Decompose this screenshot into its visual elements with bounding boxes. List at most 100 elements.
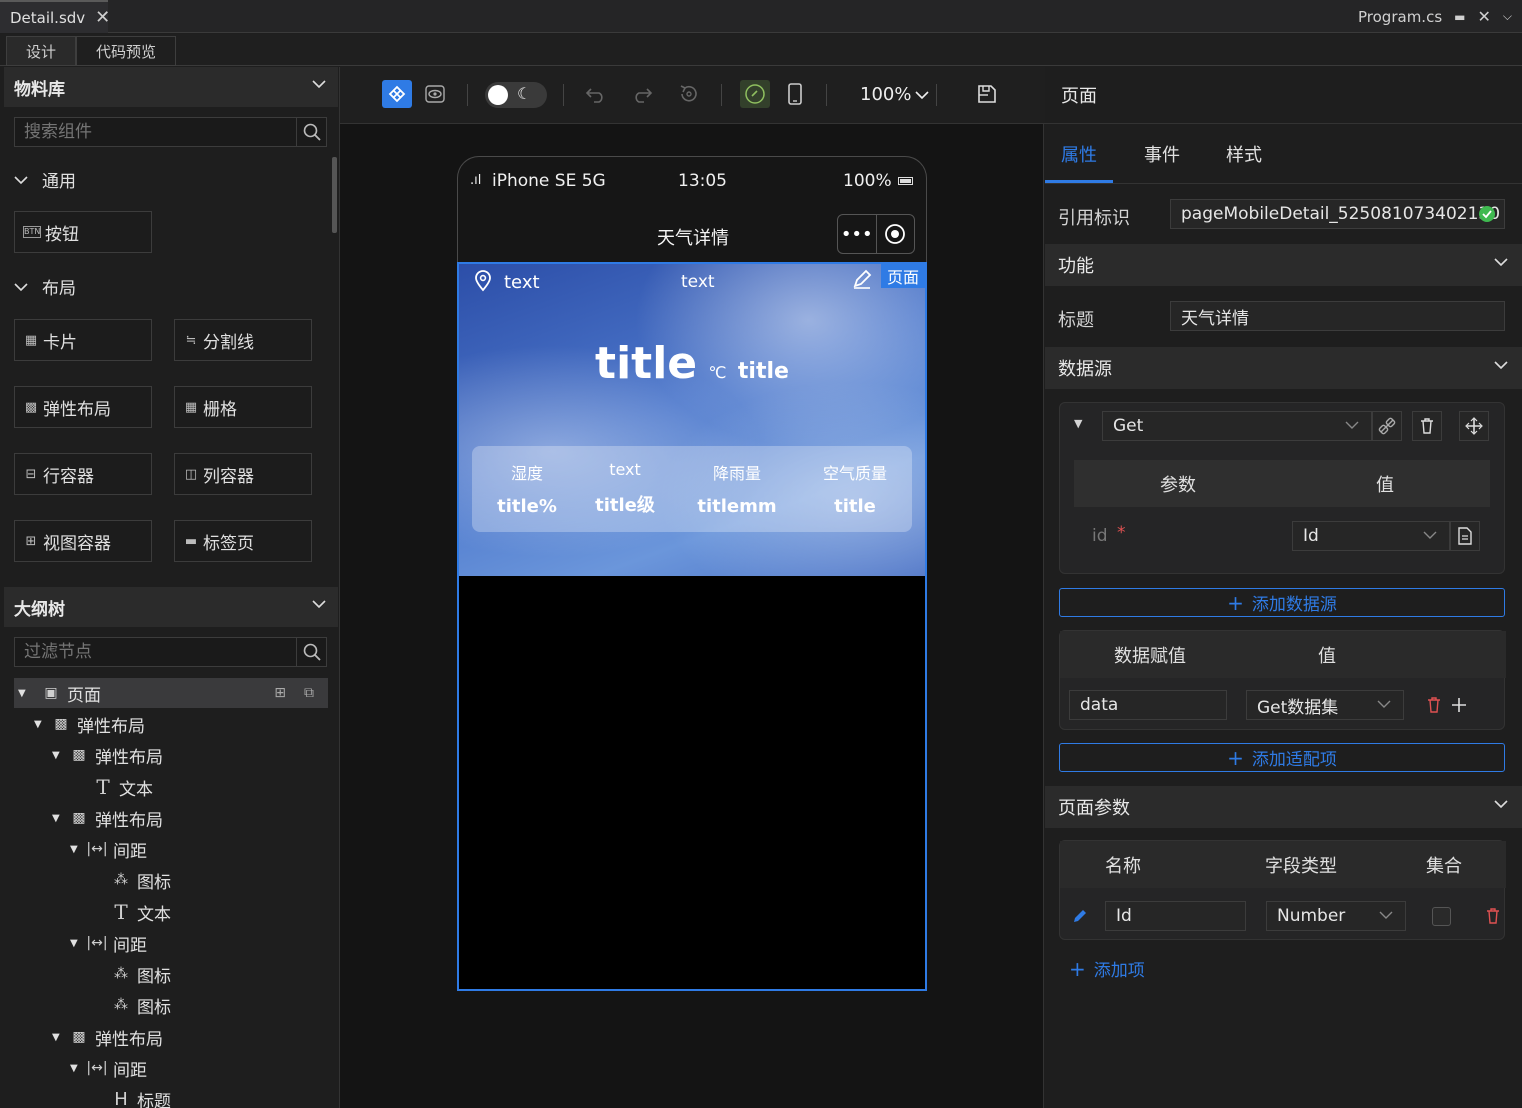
edit-pencil-icon[interactable] <box>1072 908 1088 924</box>
caret-down-icon[interactable]: ▼ <box>52 813 68 824</box>
category-layout[interactable]: 布局 <box>14 274 76 299</box>
tree-node[interactable]: ⁂ 图标 <box>110 865 171 895</box>
more-icon[interactable]: ••• <box>838 215 877 253</box>
section-datasource[interactable]: 数据源 <box>1045 347 1522 389</box>
redo-icon[interactable] <box>627 80 657 108</box>
column-icon: ◫ <box>184 466 198 482</box>
tab-styles[interactable]: 样式 <box>1226 141 1262 167</box>
add-item-button[interactable]: + 添加项 <box>1069 956 1145 982</box>
component-card[interactable]: ▦ 卡片 <box>14 319 152 361</box>
tree-node[interactable]: ▼ ▩ 弹性布局 <box>52 803 163 833</box>
doc-tab[interactable]: Detail.sdv ✕ <box>0 0 110 33</box>
param-value-select[interactable]: Id <box>1292 521 1450 551</box>
chevron-down-icon[interactable] <box>312 599 326 609</box>
move-icon[interactable] <box>1451 697 1467 713</box>
search-icon[interactable] <box>296 118 326 146</box>
caret-down-icon[interactable]: ▼ <box>34 719 50 730</box>
chevron-down-icon[interactable] <box>1494 799 1508 809</box>
component-column[interactable]: ◫ 列容器 <box>174 453 312 495</box>
collection-checkbox[interactable] <box>1432 907 1451 926</box>
component-grid[interactable]: ▦ 栅格 <box>174 386 312 428</box>
history-icon[interactable] <box>674 80 704 108</box>
theme-toggle[interactable]: ☾ <box>485 82 547 108</box>
category-general[interactable]: 通用 <box>14 167 76 192</box>
method-select[interactable]: Get <box>1102 411 1372 441</box>
page-canvas[interactable]: text text 页面 title ℃ title 湿度 title% text… <box>457 262 927 991</box>
component-divider[interactable]: ≒ 分割线 <box>174 319 312 361</box>
caret-down-icon[interactable]: ▼ <box>14 688 30 699</box>
component-flex[interactable]: ▩ 弹性布局 <box>14 386 152 428</box>
tab-properties[interactable]: 属性 <box>1061 141 1097 167</box>
tree-node[interactable]: ▼ ▩ 弹性布局 <box>34 709 145 739</box>
component-row[interactable]: ⊟ 行容器 <box>14 453 152 495</box>
add-child-icon[interactable]: ⊞ <box>274 685 286 701</box>
tree-node[interactable]: ▼ ▩ 弹性布局 <box>52 1022 163 1052</box>
caret-down-icon[interactable]: ▼ <box>70 844 86 855</box>
component-view[interactable]: ⊞ 视图容器 <box>14 520 152 562</box>
tree-node[interactable]: ⁂ 图标 <box>110 959 171 989</box>
copy-icon[interactable]: ⧉ <box>304 685 314 701</box>
close-icon[interactable]: ✕ <box>95 7 110 28</box>
outline-header[interactable]: 大纲树 <box>4 587 338 627</box>
right-doc-tab[interactable]: Program.cs ▬ ✕ ⌵ <box>1358 0 1512 33</box>
caret-down-icon[interactable]: ▼ <box>70 938 86 949</box>
section-function[interactable]: 功能 <box>1045 244 1522 286</box>
datasource-link-icon[interactable] <box>1372 411 1402 441</box>
add-datasource-button[interactable]: + 添加数据源 <box>1059 588 1505 617</box>
scrollbar[interactable] <box>332 157 337 233</box>
undo-icon[interactable] <box>581 80 611 108</box>
close-target-icon[interactable] <box>877 215 915 253</box>
param-name-input[interactable]: Id <box>1105 901 1246 931</box>
tree-node[interactable]: ⁂ 图标 <box>110 990 171 1020</box>
component-tabs[interactable]: ▬ 标签页 <box>174 520 312 562</box>
pin-icon[interactable]: ▬ <box>1454 10 1465 24</box>
design-mode-icon[interactable] <box>382 80 412 108</box>
delete-icon[interactable] <box>1486 908 1500 924</box>
chevron-down-icon[interactable]: ⌵ <box>1503 9 1512 24</box>
search-icon[interactable] <box>296 638 326 666</box>
param-type-select[interactable]: Number <box>1266 901 1406 931</box>
caret-down-icon[interactable]: ▼ <box>70 1063 86 1074</box>
tree-node[interactable]: T 文本 <box>110 897 171 927</box>
assign-value-select[interactable]: Get数据集 <box>1246 690 1404 720</box>
search-input[interactable] <box>15 122 295 142</box>
save-icon[interactable] <box>972 80 1002 108</box>
chevron-down-icon[interactable] <box>312 79 326 89</box>
chevron-down-icon[interactable] <box>1494 360 1508 370</box>
component-button[interactable]: BTN 按钮 <box>14 211 152 253</box>
add-adapter-button[interactable]: + 添加适配项 <box>1059 743 1505 772</box>
mobile-device-icon[interactable] <box>780 80 810 108</box>
tree-node[interactable]: H 标题 <box>110 1084 171 1108</box>
tree-node[interactable]: ▼ |↔| 间距 <box>70 1053 147 1083</box>
tree-node[interactable]: ▼ ▩ 弹性布局 <box>52 740 163 770</box>
chevron-down-icon[interactable] <box>1494 257 1508 267</box>
tree-node-label: 文本 <box>137 904 171 925</box>
document-icon[interactable] <box>1450 521 1480 551</box>
tab-design[interactable]: 设计 <box>6 36 76 66</box>
link-icon[interactable] <box>740 80 770 108</box>
caret-down-icon[interactable]: ▼ <box>52 1032 68 1043</box>
library-header[interactable]: 物料库 <box>4 67 338 107</box>
weather-header[interactable]: text text 页面 title ℃ title 湿度 title% text… <box>459 264 925 576</box>
stat-value: title级 <box>595 495 655 516</box>
title-input[interactable]: 天气详情 <box>1170 301 1505 331</box>
assign-field-input[interactable]: data <box>1069 690 1227 720</box>
move-icon[interactable] <box>1459 411 1489 441</box>
edit-pencil-icon[interactable] <box>851 268 873 290</box>
delete-icon[interactable] <box>1427 697 1441 713</box>
delete-icon[interactable] <box>1412 411 1442 441</box>
close-icon[interactable]: ✕ <box>1477 7 1490 26</box>
preview-eye-icon[interactable] <box>420 80 450 108</box>
caret-down-icon[interactable]: ▼ <box>1074 417 1082 430</box>
tree-node[interactable]: ▼ |↔| 间距 <box>70 834 147 864</box>
caret-down-icon[interactable]: ▼ <box>52 750 68 761</box>
tree-node-page[interactable]: ▼ ▣ 页面 ⊞ ⧉ <box>14 678 328 708</box>
zoom-select[interactable]: 100% <box>860 84 930 105</box>
ref-id-field[interactable]: pageMobileDetail_525081073402130 <box>1170 199 1505 229</box>
tree-node[interactable]: ▼ |↔| 间距 <box>70 928 147 958</box>
filter-input[interactable] <box>15 642 295 662</box>
tree-node[interactable]: T 文本 <box>92 772 153 802</box>
tab-events[interactable]: 事件 <box>1144 141 1180 167</box>
tab-code-preview[interactable]: 代码预览 <box>76 36 176 66</box>
section-page-params[interactable]: 页面参数 <box>1045 786 1522 828</box>
